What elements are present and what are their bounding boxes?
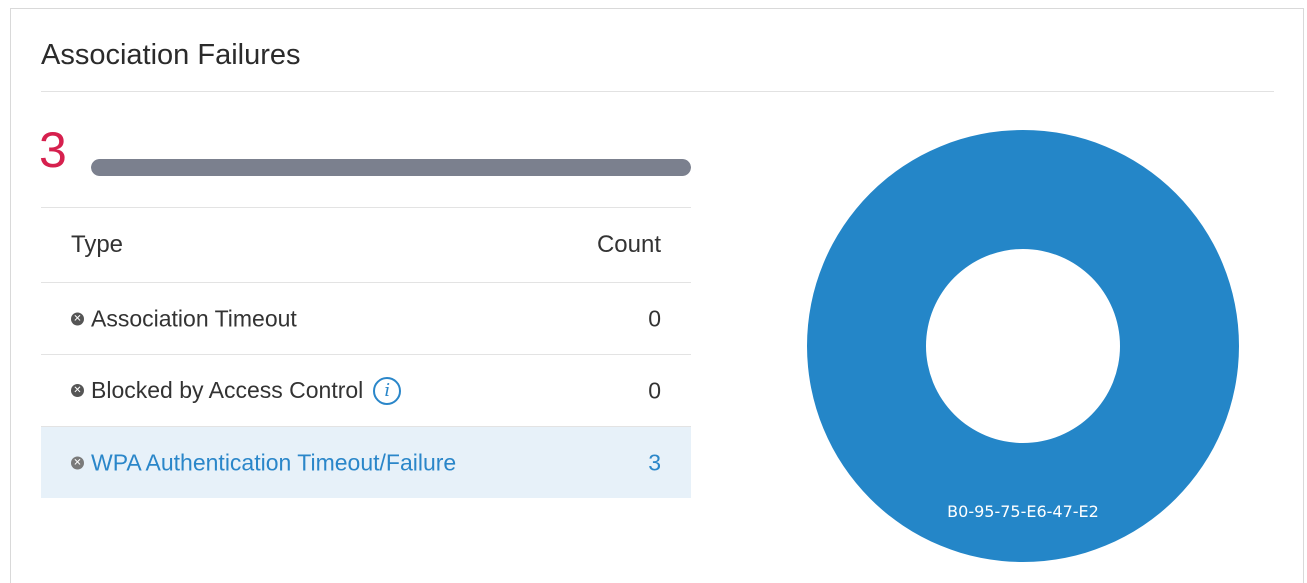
title-divider — [41, 91, 1274, 92]
row-count: 0 — [648, 305, 661, 331]
slice-label: B0-95-75-E6-47-E2 — [947, 502, 1099, 521]
table-row-blocked-by-access-control[interactable]: ✕ Blocked by Access Control i 0 — [41, 354, 691, 426]
x-circle-icon: ✕ — [71, 384, 84, 397]
x-circle-icon: ✕ — [71, 456, 84, 469]
table-row-association-timeout[interactable]: ✕ Association Timeout 0 — [41, 282, 691, 354]
total-failures-count: 3 — [39, 122, 67, 178]
row-type-label: Association Timeout — [91, 305, 297, 331]
failure-types-table: Type Count ✕ Association Timeout 0 ✕ Blo… — [41, 207, 691, 498]
card-title: Association Failures — [41, 39, 301, 71]
info-icon[interactable]: i — [373, 376, 402, 405]
summary-bar-fill — [91, 159, 691, 176]
donut-chart-svg: B0-95-75-E6-47-E2 — [807, 130, 1239, 562]
row-type-label[interactable]: WPA Authentication Timeout/Failure — [91, 449, 456, 476]
row-count: 0 — [648, 377, 661, 403]
failures-donut-chart: B0-95-75-E6-47-E2 — [806, 129, 1240, 563]
table-header-row: Type Count — [41, 207, 691, 282]
header-type: Type — [71, 231, 124, 258]
x-circle-icon: ✕ — [71, 312, 84, 325]
donut-slice[interactable] — [807, 130, 1239, 562]
failures-summary-bar — [91, 159, 691, 176]
table-row-wpa-authentication[interactable]: ✕ WPA Authentication Timeout/Failure 3 — [41, 426, 691, 498]
row-count[interactable]: 3 — [648, 449, 661, 476]
header-count: Count — [596, 231, 661, 258]
row-type-label: Blocked by Access Control — [91, 377, 364, 403]
